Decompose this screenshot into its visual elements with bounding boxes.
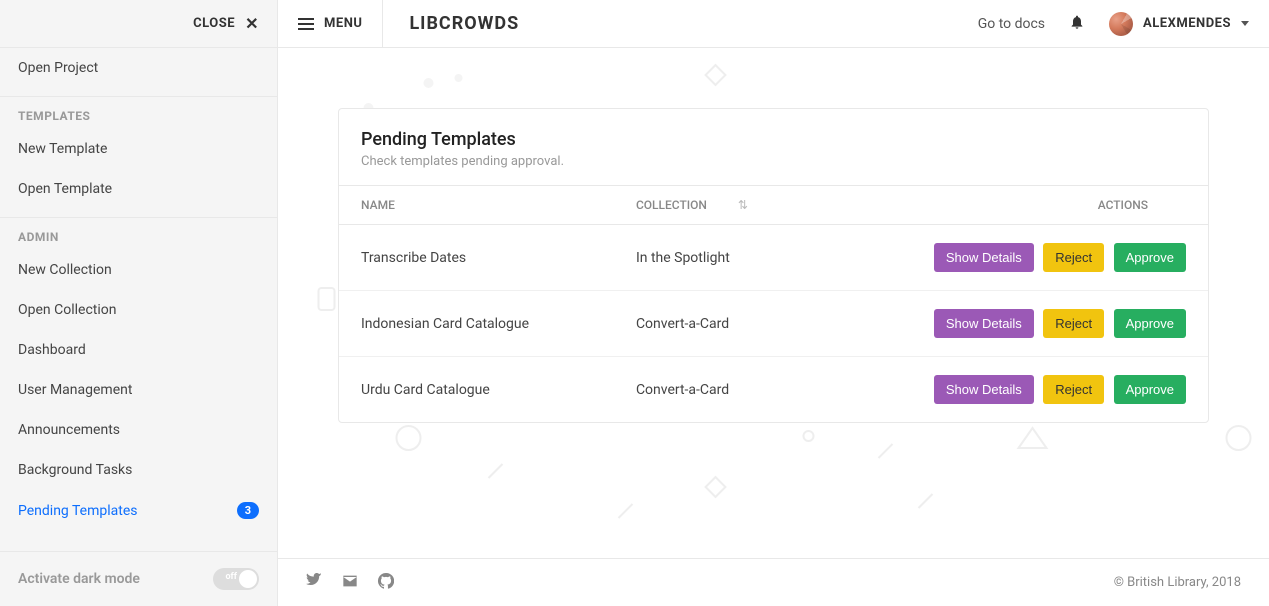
sidebar-item-label: Announcements: [18, 422, 120, 438]
show-details-button[interactable]: Show Details: [934, 243, 1034, 272]
approve-button[interactable]: Approve: [1114, 375, 1186, 404]
sidebar-item-label: New Collection: [18, 262, 112, 278]
sidebar-item-label: New Template: [18, 141, 107, 157]
avatar: [1109, 12, 1133, 36]
mail-icon[interactable]: [342, 573, 358, 593]
sidebar-item-label: Open Project: [18, 60, 98, 76]
brand-logo[interactable]: LIBCROWDS: [409, 13, 519, 34]
sidebar-header-templates: TEMPLATES: [0, 96, 277, 129]
panel-subtitle: Check templates pending approval.: [361, 154, 1186, 169]
github-icon[interactable]: [378, 573, 394, 593]
sidebar-item-announcements[interactable]: Announcements: [0, 410, 277, 450]
cell-actions: Show Details Reject Approve: [816, 225, 1208, 291]
panel-pending-templates: Pending Templates Check templates pendin…: [338, 108, 1209, 423]
sidebar-item-label: Open Template: [18, 181, 112, 197]
sidebar-item-dashboard[interactable]: Dashboard: [0, 330, 277, 370]
sort-icon: ⇅: [738, 198, 748, 212]
footer-icons: [306, 573, 394, 593]
col-actions: ACTIONS: [816, 186, 1208, 225]
sidebar-item-open-collection[interactable]: Open Collection: [0, 290, 277, 330]
sidebar-item-open-project[interactable]: Open Project: [0, 48, 277, 88]
cell-collection: In the Spotlight: [614, 225, 816, 291]
cell-collection: Convert-a-Card: [614, 291, 816, 357]
templates-table: NAME COLLECTION ⇅ ACTIONS Transcribe Dat…: [339, 185, 1208, 422]
cell-actions: Show Details Reject Approve: [816, 291, 1208, 357]
user-menu[interactable]: ALEXMENDES: [1109, 12, 1249, 36]
sidebar-item-new-template[interactable]: New Template: [0, 129, 277, 169]
panel-title: Pending Templates: [361, 129, 1186, 150]
sidebar-item-open-template[interactable]: Open Template: [0, 169, 277, 209]
docs-link[interactable]: Go to docs: [978, 16, 1045, 32]
footer: © British Library, 2018: [278, 558, 1269, 606]
panel-header: Pending Templates Check templates pendin…: [339, 109, 1208, 185]
close-button[interactable]: CLOSE ✕: [0, 0, 277, 48]
hamburger-icon: [298, 18, 314, 30]
reject-button[interactable]: Reject: [1043, 243, 1104, 272]
twitter-icon[interactable]: [306, 573, 322, 593]
sidebar-item-background-tasks[interactable]: Background Tasks: [0, 450, 277, 490]
copyright: © British Library, 2018: [1114, 575, 1241, 590]
sidebar-item-pending-templates[interactable]: Pending Templates 3: [0, 490, 277, 531]
pending-count-badge: 3: [237, 502, 259, 519]
sidebar-item-user-management[interactable]: User Management: [0, 370, 277, 410]
sidebar-item-new-collection[interactable]: New Collection: [0, 250, 277, 290]
username: ALEXMENDES: [1143, 16, 1231, 31]
sidebar-item-label: Dashboard: [18, 342, 86, 358]
toggle-knob: [239, 570, 257, 588]
sidebar-footer: Activate dark mode off: [0, 551, 277, 606]
sidebar-item-label: Pending Templates: [18, 503, 137, 519]
cell-name: Indonesian Card Catalogue: [339, 291, 614, 357]
reject-button[interactable]: Reject: [1043, 375, 1104, 404]
toggle-state-label: off: [225, 572, 237, 582]
cell-actions: Show Details Reject Approve: [816, 357, 1208, 423]
menu-button[interactable]: MENU: [298, 0, 383, 47]
menu-label: MENU: [324, 16, 362, 31]
col-collection[interactable]: COLLECTION ⇅: [614, 186, 816, 225]
approve-button[interactable]: Approve: [1114, 243, 1186, 272]
sidebar-body: Open Project TEMPLATES New Template Open…: [0, 48, 277, 551]
sidebar-item-label: Open Collection: [18, 302, 116, 318]
cell-collection: Convert-a-Card: [614, 357, 816, 423]
chevron-down-icon: [1241, 21, 1249, 26]
cell-name: Urdu Card Catalogue: [339, 357, 614, 423]
approve-button[interactable]: Approve: [1114, 309, 1186, 338]
show-details-button[interactable]: Show Details: [934, 375, 1034, 404]
table-row: Indonesian Card Catalogue Convert-a-Card…: [339, 291, 1208, 357]
main: MENU LIBCROWDS Go to docs ALEXMENDES: [278, 0, 1269, 606]
close-label: CLOSE: [193, 16, 235, 31]
cell-name: Transcribe Dates: [339, 225, 614, 291]
sidebar-item-label: Background Tasks: [18, 462, 132, 478]
reject-button[interactable]: Reject: [1043, 309, 1104, 338]
sidebar: CLOSE ✕ Open Project TEMPLATES New Templ…: [0, 0, 278, 606]
close-icon: ✕: [245, 14, 259, 33]
content: Pending Templates Check templates pendin…: [278, 48, 1269, 558]
col-name[interactable]: NAME: [339, 186, 614, 225]
bell-icon[interactable]: [1069, 14, 1085, 34]
table-row: Urdu Card Catalogue Convert-a-Card Show …: [339, 357, 1208, 423]
table-row: Transcribe Dates In the Spotlight Show D…: [339, 225, 1208, 291]
show-details-button[interactable]: Show Details: [934, 309, 1034, 338]
sidebar-item-label: User Management: [18, 382, 132, 398]
sidebar-header-admin: ADMIN: [0, 217, 277, 250]
dark-mode-label: Activate dark mode: [18, 571, 140, 587]
dark-mode-toggle[interactable]: off: [213, 568, 259, 590]
header: MENU LIBCROWDS Go to docs ALEXMENDES: [278, 0, 1269, 48]
